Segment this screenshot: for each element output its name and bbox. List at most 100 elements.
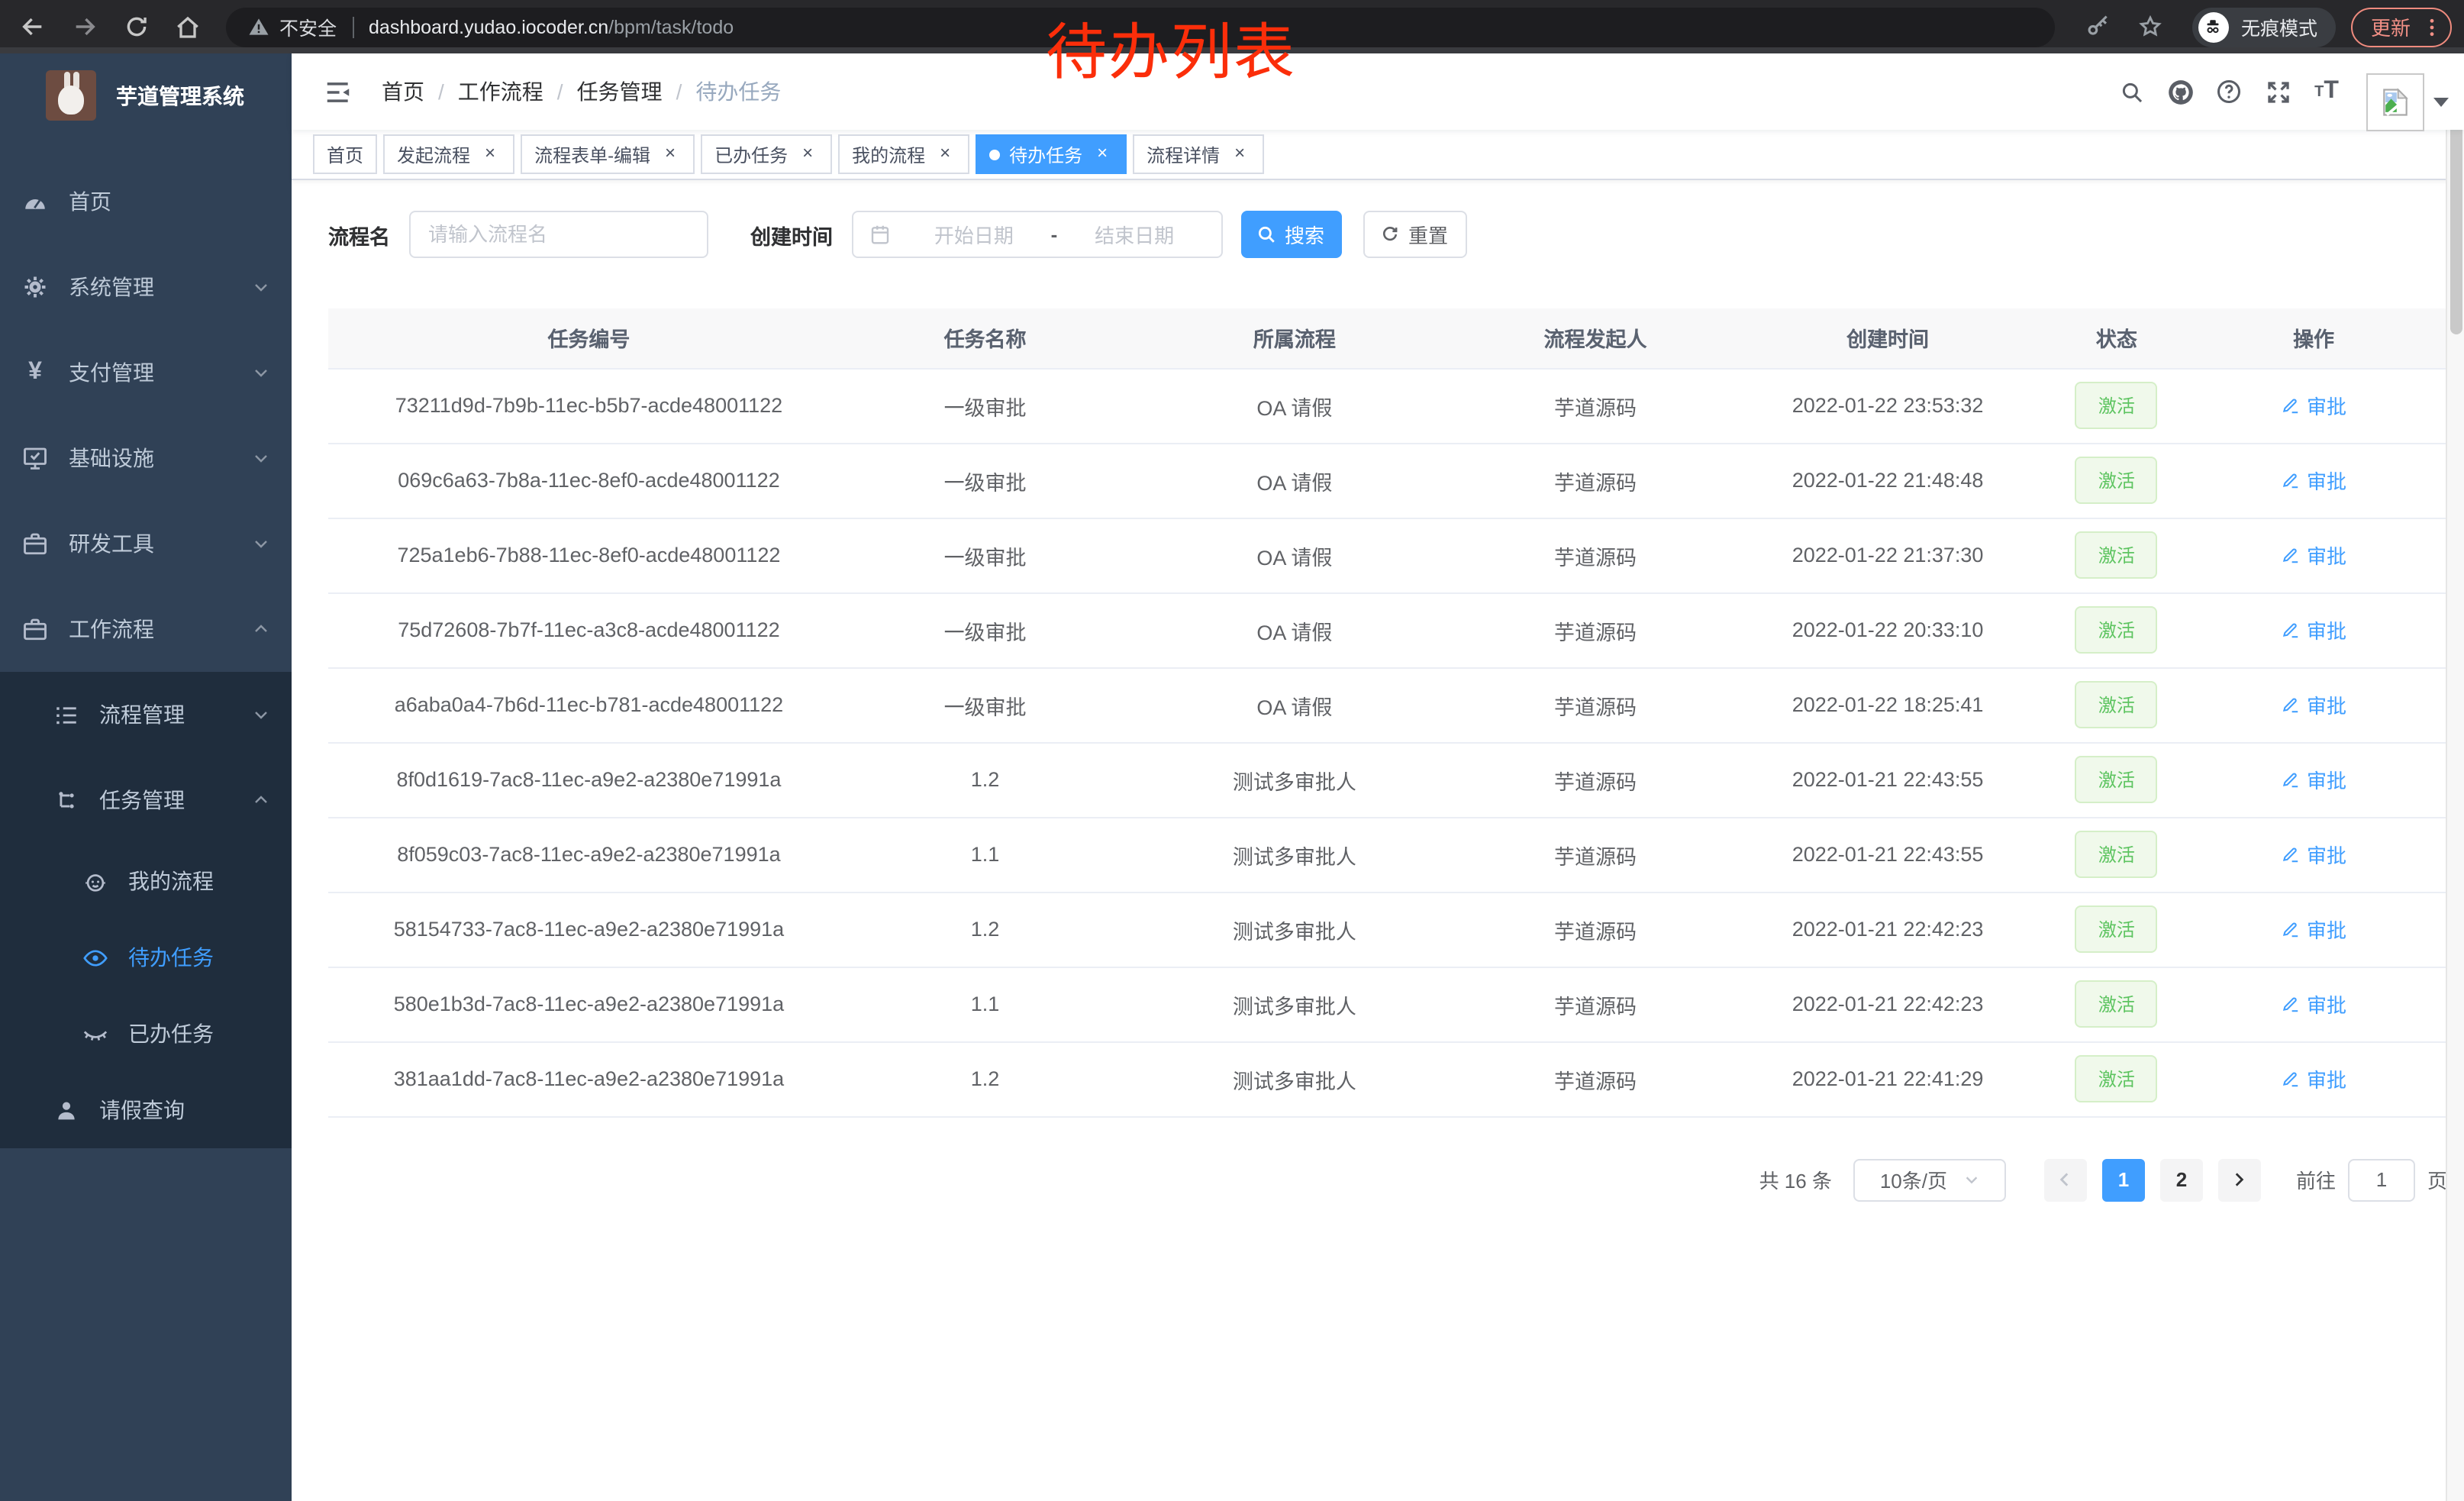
edit-pencil-icon [2281, 919, 2301, 939]
browser-forward-icon[interactable] [58, 5, 110, 48]
approve-link[interactable]: 审批 [2281, 466, 2346, 495]
date-range-picker[interactable]: 开始日期 - 结束日期 [851, 211, 1222, 258]
status-badge: 激活 [2075, 606, 2158, 654]
table-row: 580e1b3d-7ac8-11ec-a9e2-a2380e71991a 1.1… [328, 967, 2447, 1041]
approve-link[interactable]: 审批 [2281, 391, 2346, 420]
close-icon[interactable]: × [934, 144, 956, 165]
browser-back-icon[interactable] [6, 5, 58, 48]
browser-home-icon[interactable] [162, 5, 214, 48]
cell-task-name: 一级审批 [850, 368, 1121, 443]
breadcrumb-item[interactable]: 任务管理 [577, 76, 663, 107]
update-button[interactable]: 更新 [2351, 7, 2452, 47]
page-button-2[interactable]: 2 [2160, 1158, 2203, 1201]
tab-todo-task[interactable]: 待办任务× [976, 134, 1127, 174]
tab-process-detail[interactable]: 流程详情× [1133, 134, 1264, 174]
approve-link[interactable]: 审批 [2281, 690, 2346, 719]
page-button-1[interactable]: 1 [2102, 1158, 2145, 1201]
github-icon[interactable] [2156, 67, 2204, 116]
approve-link[interactable]: 审批 [2281, 840, 2346, 869]
search-button[interactable]: 搜索 [1240, 211, 1341, 258]
sidebar-collapse-icon[interactable] [314, 69, 360, 115]
active-dot [989, 149, 1000, 160]
sidebar-item-label: 支付管理 [69, 357, 154, 388]
col-task-id: 任务编号 [328, 308, 850, 368]
sidebar-item-task-mgmt[interactable]: 任务管理 [0, 757, 292, 843]
sidebar-item-payment[interactable]: ¥ 支付管理 [0, 330, 292, 415]
breadcrumb-current: 待办任务 [695, 76, 781, 107]
cell-task-name: 1.1 [850, 967, 1121, 1041]
close-icon[interactable]: × [797, 144, 818, 165]
url-divider [352, 16, 353, 37]
sidebar-item-process-mgmt[interactable]: 流程管理 [0, 672, 292, 757]
status-badge: 激活 [2075, 1055, 2158, 1102]
approve-link[interactable]: 审批 [2281, 1064, 2346, 1093]
approve-link[interactable]: 审批 [2281, 541, 2346, 570]
briefcase-icon [21, 530, 49, 557]
approve-link[interactable]: 审批 [2281, 989, 2346, 1018]
approve-link[interactable]: 审批 [2281, 915, 2346, 944]
sidebar-item-home[interactable]: 首页 [0, 159, 292, 244]
cell-starter: 芋道源码 [1468, 1041, 1722, 1116]
cell-process: OA 请假 [1121, 443, 1468, 518]
search-icon[interactable] [2107, 67, 2156, 116]
security-label[interactable]: 不安全 [279, 12, 337, 41]
tab-my-process[interactable]: 我的流程× [838, 134, 969, 174]
status-badge: 激活 [2075, 980, 2158, 1028]
sidebar-item-label: 首页 [69, 186, 111, 217]
breadcrumb-item[interactable]: 工作流程 [458, 76, 543, 107]
goto-page-input[interactable] [2348, 1158, 2415, 1201]
cell-created: 2022-01-22 21:37:30 [1723, 518, 2053, 592]
browser-reload-icon[interactable] [110, 5, 162, 48]
sidebar-item-label: 工作流程 [69, 614, 154, 644]
tab-form-edit[interactable]: 流程表单-编辑× [521, 134, 695, 174]
start-date-placeholder[interactable]: 开始日期 [903, 220, 1045, 249]
incognito-label: 无痕模式 [2241, 12, 2317, 41]
fullscreen-icon[interactable] [2253, 67, 2302, 116]
sidebar-item-todo-task[interactable]: 待办任务 [0, 919, 292, 996]
prev-page-button[interactable] [2044, 1158, 2087, 1201]
cell-task-id: 069c6a63-7b8a-11ec-8ef0-acde48001122 [328, 443, 850, 518]
sidebar-item-devtools[interactable]: 研发工具 [0, 501, 292, 586]
page-size-select[interactable]: 10条/页 [1853, 1158, 2006, 1201]
chevron-up-icon [252, 791, 270, 809]
sidebar-item-done-task[interactable]: 已办任务 [0, 996, 292, 1072]
status-badge: 激活 [2075, 531, 2158, 579]
tree-list-icon [52, 701, 79, 728]
breadcrumb-separator: / [438, 79, 444, 104]
chevron-down-icon [252, 278, 270, 296]
sidebar-item-label: 任务管理 [99, 785, 185, 815]
sidebar-item-infra[interactable]: 基础设施 [0, 415, 292, 501]
tab-done-task[interactable]: 已办任务× [701, 134, 832, 174]
tab-start-process[interactable]: 发起流程× [383, 134, 514, 174]
help-icon[interactable] [2204, 67, 2253, 116]
sidebar-item-system[interactable]: 系统管理 [0, 244, 292, 330]
chevron-down-icon [1962, 1171, 1979, 1188]
password-key-icon[interactable] [2073, 5, 2125, 48]
total-count: 共 16 条 [1759, 1165, 1832, 1194]
cell-process: 测试多审批人 [1121, 967, 1468, 1041]
browser-menu-kebab-icon[interactable] [2420, 13, 2444, 40]
bookmark-star-icon[interactable] [2125, 5, 2177, 48]
reset-button[interactable]: 重置 [1363, 211, 1466, 258]
next-page-button[interactable] [2218, 1158, 2261, 1201]
breadcrumb-item[interactable]: 首页 [382, 76, 424, 107]
sidebar-item-workflow[interactable]: 工作流程 [0, 586, 292, 672]
avatar[interactable] [2366, 73, 2424, 131]
avatar-caret-icon[interactable] [2433, 98, 2449, 107]
close-icon[interactable]: × [1229, 144, 1250, 165]
close-icon[interactable]: × [660, 144, 681, 165]
sidebar-item-my-process[interactable]: 我的流程 [0, 843, 292, 919]
close-icon[interactable]: × [1092, 144, 1113, 165]
sidebar-logo[interactable]: 芋道管理系统 [0, 53, 292, 137]
process-name-input[interactable] [408, 211, 708, 258]
sidebar-item-leave-query[interactable]: 请假查询 [0, 1072, 292, 1148]
cell-process: OA 请假 [1121, 592, 1468, 667]
font-size-icon[interactable]: TT [2302, 67, 2351, 116]
close-icon[interactable]: × [479, 144, 501, 165]
cell-starter: 芋道源码 [1468, 443, 1722, 518]
cell-task-id: 381aa1dd-7ac8-11ec-a9e2-a2380e71991a [328, 1041, 850, 1116]
end-date-placeholder[interactable]: 结束日期 [1063, 220, 1205, 249]
approve-link[interactable]: 审批 [2281, 615, 2346, 644]
approve-link[interactable]: 审批 [2281, 765, 2346, 794]
tab-home[interactable]: 首页 [313, 134, 377, 174]
